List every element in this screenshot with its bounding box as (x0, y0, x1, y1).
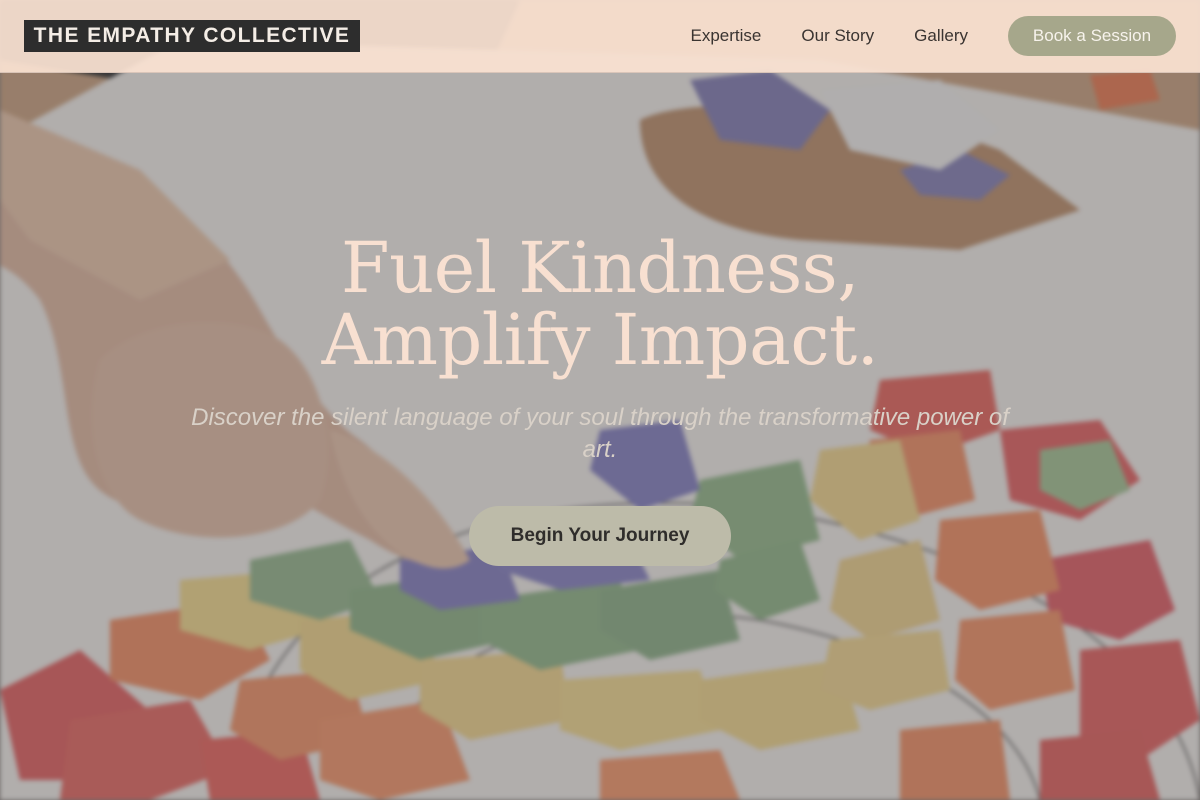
begin-journey-button[interactable]: Begin Your Journey (469, 506, 731, 566)
hero-title-line-1: Fuel Kindness, (341, 227, 859, 309)
hero-subtitle: Discover the silent language of your sou… (191, 404, 1009, 463)
hero-section: Fuel Kindness, Amplify Impact. Discover … (0, 0, 1200, 800)
hero-title-line-2: Amplify Impact. (321, 299, 879, 381)
hero-title: Fuel Kindness, Amplify Impact. (0, 232, 1200, 376)
